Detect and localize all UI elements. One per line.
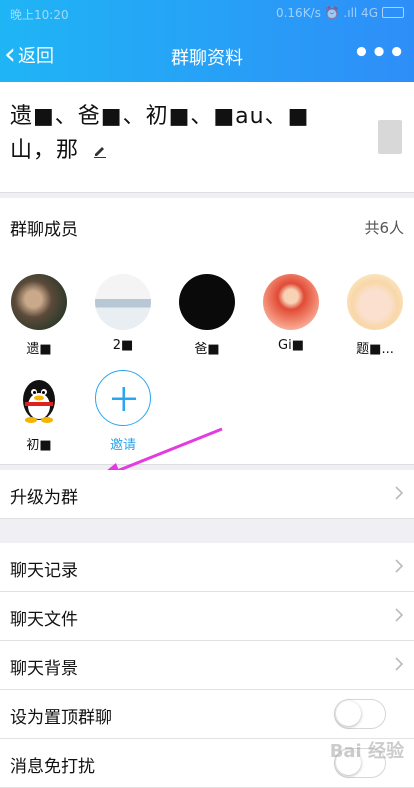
chevron-right-icon <box>395 559 404 573</box>
page-title: 群聊资料 <box>171 48 243 69</box>
group-name: 遗■、爸■、初■、■au、■山，那 <box>10 100 340 168</box>
add-member-circle <box>95 370 151 426</box>
top-header: 晚上10:20 0.16K/s ⏰ .ıll 4G ‹ 返回 群聊资料 ••• <box>0 0 414 82</box>
member-item[interactable]: 初■ <box>2 370 76 453</box>
chevron-right-icon <box>395 486 404 500</box>
mute-label: 消息免打扰 <box>10 757 95 777</box>
status-bar: 晚上10:20 0.16K/s ⏰ .ıll 4G <box>0 0 414 28</box>
status-indicators: 0.16K/s ⏰ .ıll 4G <box>276 6 404 20</box>
upgrade-group-row[interactable]: 升级为群 <box>0 470 414 519</box>
avatar <box>95 274 151 330</box>
avatar <box>179 274 235 330</box>
member-item[interactable]: 遗■ <box>2 274 76 357</box>
chat-background-label: 聊天背景 <box>10 659 78 679</box>
chat-background-row[interactable]: 聊天背景 <box>0 641 414 690</box>
member-item[interactable]: 2■ <box>86 274 160 353</box>
avatar <box>11 274 67 330</box>
group-avatar[interactable] <box>378 120 402 154</box>
avatar <box>263 274 319 330</box>
avatar <box>347 274 403 330</box>
battery-icon <box>382 7 404 18</box>
pin-chat-row: 设为置顶群聊 <box>0 690 414 739</box>
member-name: 爸■ <box>194 342 220 357</box>
penguin-icon <box>23 380 55 423</box>
watermark: Bai 经验 <box>329 741 404 762</box>
toggle-knob <box>336 701 361 726</box>
member-item[interactable]: Gi■ <box>254 274 328 353</box>
members-title: 群聊成员 <box>10 220 78 240</box>
group-name-card[interactable]: 遗■、爸■、初■、■au、■山，那 <box>0 82 414 193</box>
member-name: Gi■ <box>278 338 304 353</box>
plus-icon <box>112 387 136 411</box>
upgrade-label: 升级为群 <box>10 488 78 508</box>
pin-chat-toggle[interactable] <box>334 699 386 729</box>
chat-history-label: 聊天记录 <box>10 561 78 581</box>
chat-files-label: 聊天文件 <box>10 610 78 630</box>
more-menu-icon[interactable]: ••• <box>353 40 406 66</box>
member-name: 题■... <box>356 342 394 357</box>
nav-bar: ‹ 返回 群聊资料 ••• <box>0 28 414 82</box>
group-name-text: 遗■、爸■、初■、■au、■山，那 <box>10 104 310 163</box>
chevron-right-icon <box>395 657 404 671</box>
members-count[interactable]: 共6人 <box>364 217 404 238</box>
chat-files-row[interactable]: 聊天文件 <box>0 592 414 641</box>
member-name: 2■ <box>112 338 134 353</box>
status-time: 晚上10:20 <box>10 8 69 22</box>
chevron-right-icon <box>395 608 404 622</box>
member-name: 遗■ <box>26 342 52 357</box>
pin-chat-label: 设为置顶群聊 <box>10 708 112 728</box>
edit-pencil-icon[interactable] <box>93 144 107 158</box>
member-item[interactable]: 爸■ <box>170 274 244 357</box>
member-item[interactable]: 题■... <box>338 274 412 357</box>
chat-history-row[interactable]: 聊天记录 <box>0 543 414 592</box>
status-text: 0.16K/s ⏰ .ıll 4G <box>275 6 378 20</box>
member-name: 初■ <box>26 438 52 453</box>
penguin-avatar <box>11 370 67 426</box>
